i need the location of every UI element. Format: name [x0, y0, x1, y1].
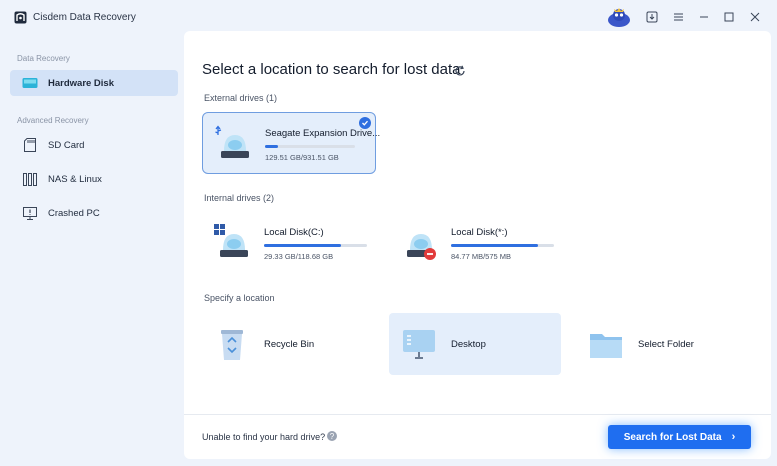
sidebar-item-sd-card[interactable]: SD Card: [10, 132, 178, 158]
maximize-icon[interactable]: [722, 10, 736, 24]
drive-size: 129.51 GB/931.51 GB: [265, 153, 339, 162]
drive-name: Local Disk(C:): [264, 227, 324, 238]
sidebar-item-label: Hardware Disk: [48, 77, 115, 89]
drive-size: 84.77 MB/575 MB: [451, 252, 512, 261]
close-icon[interactable]: [748, 10, 762, 24]
sidebar: Data Recovery Hardware Disk Advanced Rec…: [0, 34, 184, 466]
sidebar-section-data-recovery: Data Recovery: [17, 54, 70, 63]
drive-name: Local Disk(*:): [451, 227, 508, 238]
drive-usage-bar: [451, 244, 554, 247]
checkmark-icon: [359, 117, 371, 129]
specify-location-label: Specify a location: [204, 293, 275, 303]
nas-icon: [22, 172, 38, 186]
crashed-pc-icon: [22, 206, 38, 220]
recycle-bin-icon: [221, 330, 243, 360]
download-icon[interactable]: [645, 10, 659, 24]
search-button-label: Search for Lost Data: [623, 431, 722, 443]
sidebar-item-label: SD Card: [48, 139, 85, 151]
drive-usage-fill: [265, 145, 278, 148]
footer-divider: [184, 414, 771, 415]
location-desktop[interactable]: Desktop: [389, 313, 561, 375]
account-avatar-icon[interactable]: [606, 6, 632, 28]
drive-usage-bar: [265, 145, 355, 148]
drive-card-local-c[interactable]: Local Disk(C:) 29.33 GB/118.68 GB: [202, 212, 376, 274]
drive-usage-fill: [264, 244, 342, 247]
location-name: Select Folder: [638, 339, 694, 350]
menu-icon[interactable]: [671, 10, 685, 24]
sd-card-icon: [22, 138, 38, 152]
location-name: Desktop: [451, 339, 486, 350]
internal-drives-label: Internal drives (2): [204, 193, 275, 203]
folder-icon: [590, 334, 622, 358]
refresh-icon[interactable]: [454, 65, 466, 77]
location-name: Recycle Bin: [264, 339, 315, 350]
drive-size: 29.33 GB/118.68 GB: [264, 252, 334, 261]
drive-usage-bar: [264, 244, 367, 247]
drive-card-seagate[interactable]: Seagate Expansion Drive... 129.51 GB/931…: [202, 112, 380, 174]
search-for-lost-data-button[interactable]: Search for Lost Data ›: [608, 425, 751, 449]
external-drives-label: External drives (1): [204, 93, 278, 103]
minimize-icon[interactable]: [697, 10, 711, 24]
main-panel: Select a location to search for lost dat…: [184, 31, 771, 459]
help-icon[interactable]: ?: [327, 431, 337, 441]
drive-name: Seagate Expansion Drive...: [265, 128, 381, 139]
chevron-right-icon: ›: [731, 431, 736, 443]
app-logo-icon: [14, 11, 27, 24]
external-hard-drive-icon: [215, 125, 249, 158]
windows-drive-icon: [214, 224, 248, 257]
sidebar-item-label: NAS & Linux: [48, 173, 102, 185]
app-title: Cisdem Data Recovery: [33, 12, 136, 23]
drive-card-local-star[interactable]: Local Disk(*:) 84.77 MB/575 MB: [389, 212, 563, 274]
sidebar-item-label: Crashed PC: [48, 207, 100, 219]
drive-usage-fill: [451, 244, 538, 247]
sidebar-item-crashed-pc[interactable]: Crashed PC: [10, 200, 178, 226]
location-select-folder[interactable]: Select Folder: [576, 313, 748, 375]
sidebar-section-advanced-recovery: Advanced Recovery: [17, 116, 89, 125]
sidebar-item-nas-linux[interactable]: NAS & Linux: [10, 166, 178, 192]
desktop-icon: [403, 330, 435, 359]
hard-disk-icon: [22, 76, 38, 90]
title-bar: Cisdem Data Recovery: [0, 0, 777, 34]
locked-drive-icon: [407, 234, 436, 260]
page-title: Select a location to search for lost dat…: [202, 61, 461, 78]
location-recycle-bin[interactable]: Recycle Bin: [202, 313, 374, 375]
help-text: Unable to find your hard drive?: [202, 432, 326, 442]
sidebar-item-hardware-disk[interactable]: Hardware Disk: [10, 70, 178, 96]
